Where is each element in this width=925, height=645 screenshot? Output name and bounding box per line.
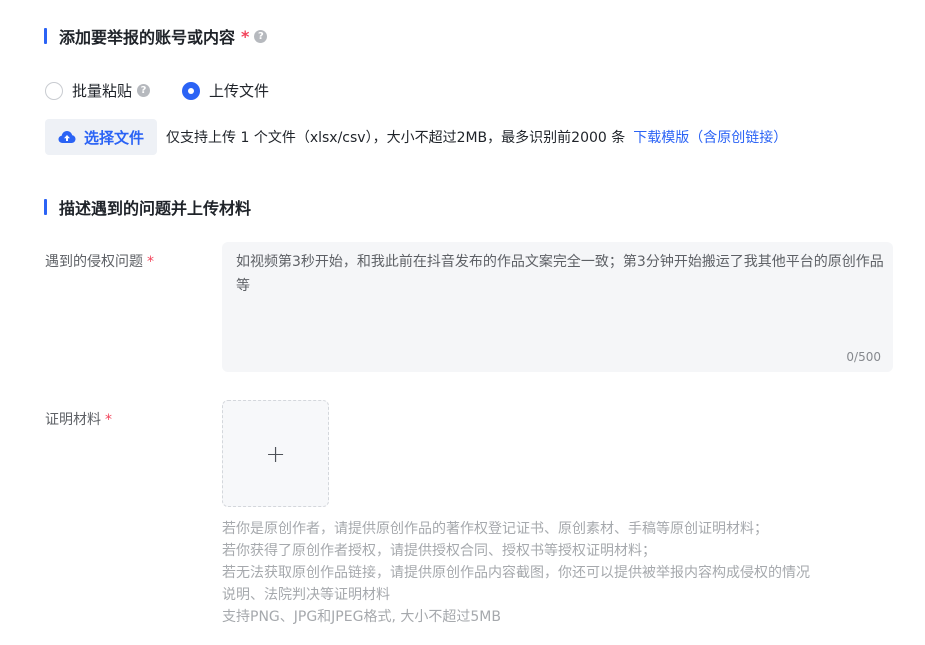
- choose-file-button[interactable]: 选择文件: [45, 119, 158, 155]
- radio-circle[interactable]: [45, 81, 63, 100]
- upload-hint: 仅支持上传 1 个文件（xlsx/csv），大小不超过2MB，最多识别前2000…: [166, 130, 626, 146]
- required-mark: *: [241, 26, 250, 46]
- tip-line: 支持PNG、JPG和JPEG格式, 大小不超过5MB: [222, 609, 501, 625]
- issue-textarea-placeholder[interactable]: 如视频第3秒开始，和我此前在抖音发布的作品文案完全一致；第3分钟开始搬运了我其他…: [236, 250, 886, 298]
- help-icon[interactable]: ?: [137, 84, 151, 97]
- radio-batch-paste[interactable]: 批量粘贴 ?: [45, 80, 151, 101]
- evidence-field-label: 证明材料 *: [45, 412, 112, 428]
- file-upload-row: 选择文件 仅支持上传 1 个文件（xlsx/csv），大小不超过2MB，最多识别…: [45, 119, 787, 155]
- issue-field-label: 遇到的侵权问题 *: [45, 254, 154, 270]
- help-icon[interactable]: ?: [254, 29, 268, 43]
- character-counter: 0/500: [846, 350, 881, 364]
- section-title-report-target: 添加要举报的账号或内容 * ?: [44, 24, 268, 48]
- radio-label[interactable]: 上传文件: [209, 80, 269, 101]
- radio-circle[interactable]: [182, 81, 201, 100]
- section-accent-bar: [44, 199, 47, 215]
- tip-line: 若无法获取原创作品链接，请提供原创作品内容截图，你还可以提供被举报内容构成侵权的…: [222, 565, 810, 581]
- issue-textarea[interactable]: 如视频第3秒开始，和我此前在抖音发布的作品文案完全一致；第3分钟开始搬运了我其他…: [222, 242, 893, 372]
- cloud-upload-icon: [58, 131, 76, 143]
- tip-line: 若你是原创作者，请提供原创作品的著作权登记证书、原创素材、手稿等原创证明材料；: [222, 521, 768, 537]
- input-mode-radio-group: 批量粘贴 ? 上传文件: [45, 80, 269, 101]
- section-accent-bar: [44, 28, 47, 44]
- plus-icon[interactable]: +: [265, 442, 285, 466]
- choose-file-label[interactable]: 选择文件: [84, 127, 144, 148]
- section-title-describe-issue: 描述遇到的问题并上传材料: [44, 195, 251, 219]
- section-title-text: 添加要举报的账号或内容: [59, 28, 236, 47]
- tip-line: 若你获得了原创作者授权，请提供授权合同、授权书等授权证明材料；: [222, 543, 656, 559]
- tip-line: 说明、法院判决等证明材料: [222, 587, 390, 603]
- section-title-text: 描述遇到的问题并上传材料: [59, 199, 252, 218]
- evidence-tips: 若你是原创作者，请提供原创作品的著作权登记证书、原创素材、手稿等原创证明材料； …: [222, 518, 902, 628]
- evidence-upload-button[interactable]: +: [222, 400, 329, 507]
- required-mark: *: [105, 412, 112, 428]
- download-template-link[interactable]: 下载模版（含原创链接）: [633, 127, 787, 147]
- radio-label[interactable]: 批量粘贴: [72, 80, 132, 101]
- required-mark: *: [147, 254, 154, 270]
- radio-upload-file[interactable]: 上传文件: [182, 80, 269, 101]
